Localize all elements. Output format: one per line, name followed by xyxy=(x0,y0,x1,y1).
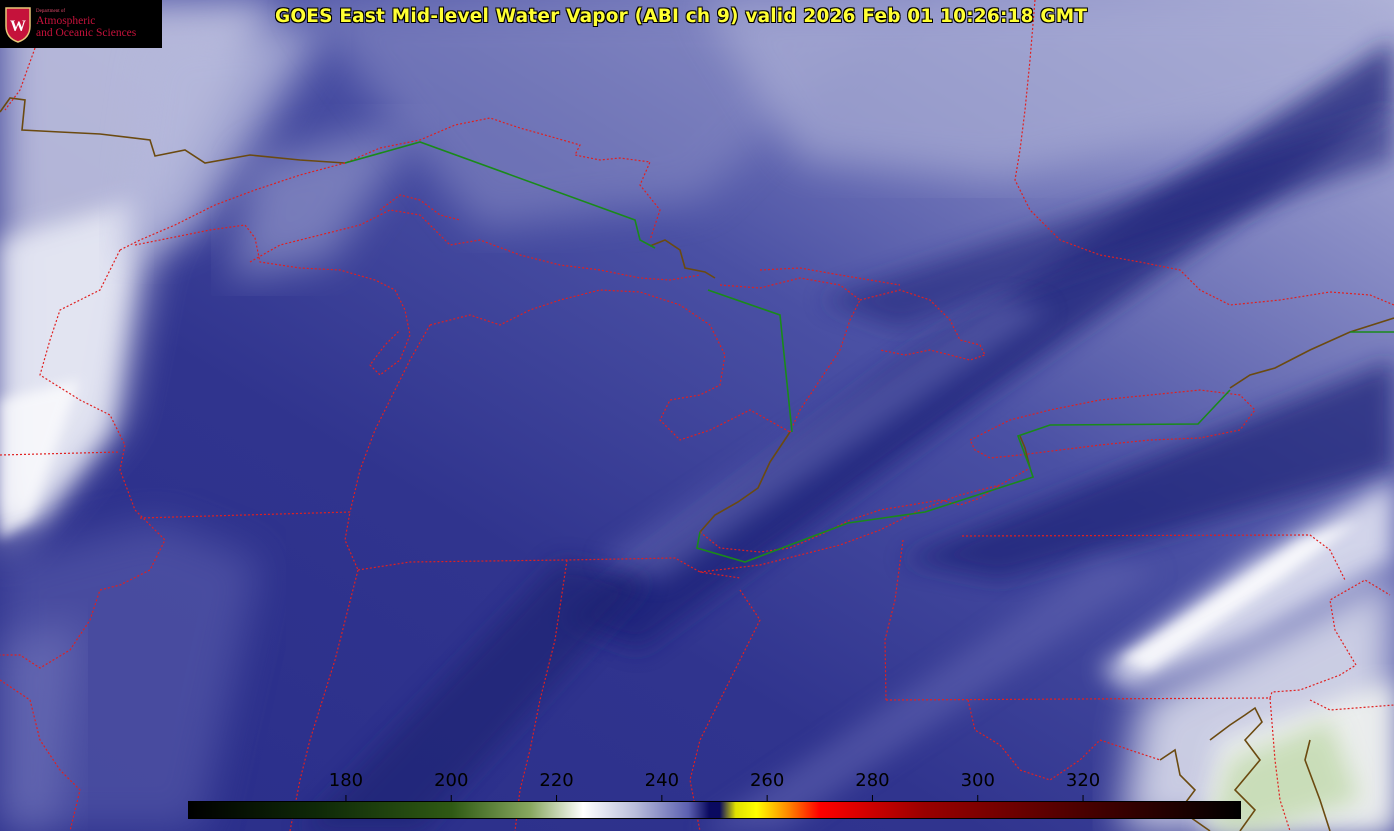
aos-logo: W Department of Atmospheric and Oceanic … xyxy=(0,0,162,48)
colorbar-tick-label: 200 xyxy=(434,770,469,791)
colorbar-tick-label: 300 xyxy=(960,770,995,791)
water-vapor-map xyxy=(0,0,1394,831)
colorbar-tick-label: 280 xyxy=(855,770,890,791)
colorbar-tick-label: 320 xyxy=(1065,770,1101,791)
logo-text: Department of Atmospheric and Oceanic Sc… xyxy=(36,9,136,38)
logo-line-3: and Oceanic Sciences xyxy=(36,26,137,39)
map-title: GOES East Mid-level Water Vapor (ABI ch … xyxy=(275,6,1088,27)
temperature-colorbar xyxy=(188,801,1241,819)
colorbar-tick-label: 240 xyxy=(644,770,680,791)
uw-crest-icon: W xyxy=(5,7,31,43)
logo-line-2: Atmospheric xyxy=(36,14,96,27)
svg-text:W: W xyxy=(10,18,26,35)
colorbar-tick-label: 180 xyxy=(328,770,364,791)
colorbar-tick-label: 220 xyxy=(539,770,574,791)
colorbar-tick-label: 260 xyxy=(749,770,785,791)
satellite-map-view: W Department of Atmospheric and Oceanic … xyxy=(0,0,1394,831)
